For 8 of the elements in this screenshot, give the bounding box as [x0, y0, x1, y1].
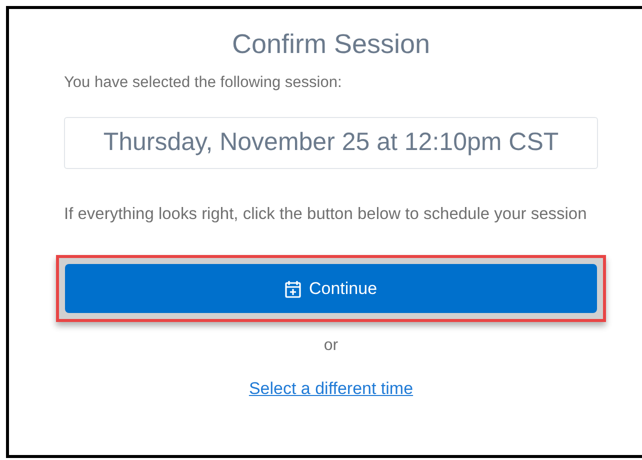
continue-button[interactable]: Continue [65, 264, 597, 313]
or-separator: or [322, 336, 340, 356]
instruction-text: If everything looks right, click the button below to schedule your session [64, 204, 588, 225]
session-field: Thursday, November 25 at 12:10pm CST [64, 117, 598, 169]
dialog-title: Confirm Session [230, 28, 432, 61]
intro-text: You have selected the following session: [64, 73, 343, 93]
different-time-link[interactable]: Select a different time [248, 379, 414, 398]
calendar-plus-icon [284, 280, 301, 298]
